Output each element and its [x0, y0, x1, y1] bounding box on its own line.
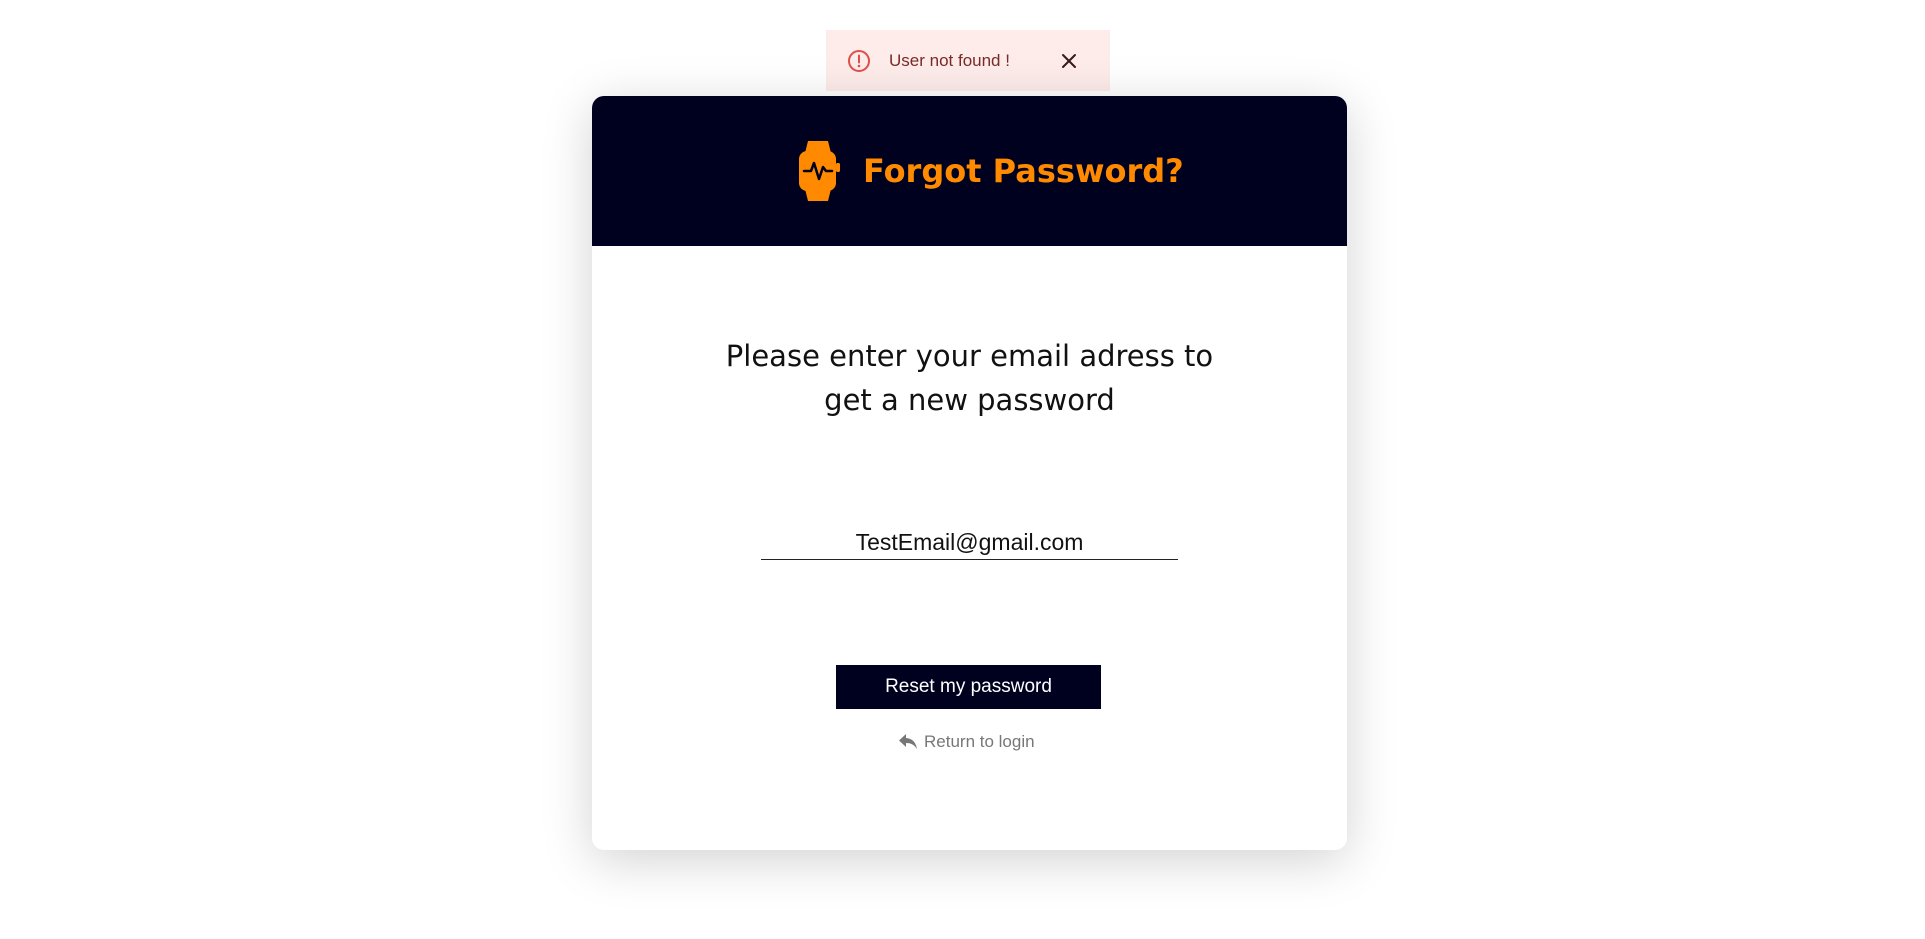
- reset-password-button[interactable]: Reset my password: [836, 665, 1101, 709]
- return-to-login-link[interactable]: Return to login: [898, 732, 1035, 752]
- instructions-text: Please enter your email adress to get a …: [592, 334, 1347, 422]
- return-to-login-label: Return to login: [924, 732, 1035, 751]
- header-brand: Forgot Password?: [795, 139, 1184, 203]
- reply-arrow-icon: [898, 733, 918, 751]
- instructions-line-2: get a new password: [824, 383, 1115, 417]
- email-field[interactable]: [761, 526, 1178, 560]
- page-title: Forgot Password?: [863, 152, 1184, 190]
- card-header: Forgot Password?: [592, 96, 1347, 246]
- smartwatch-icon: [795, 139, 843, 203]
- forgot-password-card: Forgot Password? Please enter your email…: [592, 96, 1347, 850]
- toast-message: User not found !: [889, 50, 1010, 70]
- error-toast: User not found !: [826, 30, 1110, 91]
- close-icon[interactable]: [1057, 49, 1081, 73]
- alert-circle-icon: [846, 48, 872, 74]
- instructions-line-1: Please enter your email adress to: [725, 339, 1214, 373]
